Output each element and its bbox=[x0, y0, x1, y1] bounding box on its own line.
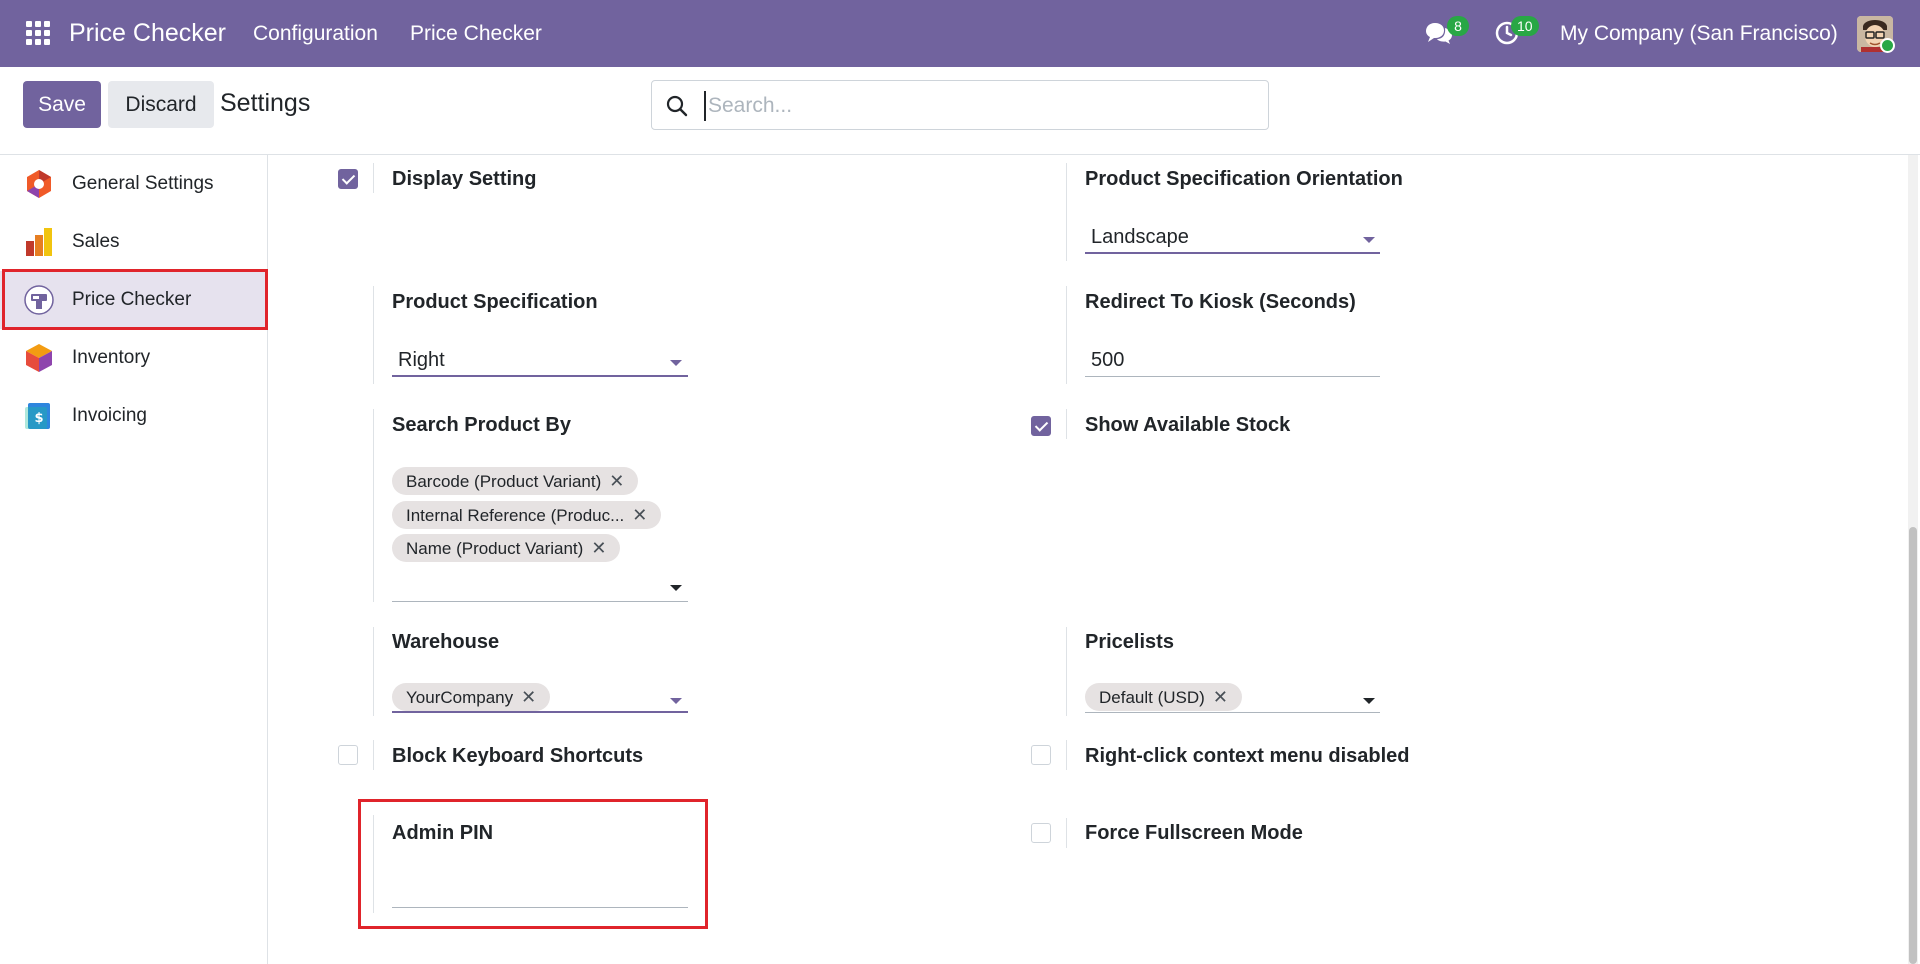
remove-tag-icon[interactable]: ✕ bbox=[609, 467, 624, 495]
right-click-disabled-checkbox[interactable] bbox=[1031, 745, 1051, 765]
remove-tag-icon[interactable]: ✕ bbox=[521, 683, 536, 711]
chevron-down-icon bbox=[1363, 237, 1375, 243]
show-available-stock-checkbox[interactable] bbox=[1031, 416, 1051, 436]
menu-configuration[interactable]: Configuration bbox=[253, 22, 378, 46]
product-spec-orientation-select[interactable]: Landscape bbox=[1085, 222, 1380, 254]
search-input[interactable] bbox=[704, 91, 1244, 121]
tag-pricelist: Default (USD) ✕ bbox=[1085, 683, 1242, 711]
block-keyboard-shortcuts-checkbox[interactable] bbox=[338, 745, 358, 765]
apps-menu-icon[interactable] bbox=[26, 21, 50, 45]
company-switcher[interactable]: My Company (San Francisco) bbox=[1560, 22, 1838, 46]
admin-pin-highlight-frame bbox=[358, 799, 708, 929]
page-title: Settings bbox=[220, 89, 311, 117]
chat-badge: 8 bbox=[1447, 16, 1469, 36]
search-product-by-select[interactable] bbox=[392, 570, 688, 602]
control-panel: Save Discard Settings bbox=[0, 67, 1920, 155]
save-button[interactable]: Save bbox=[23, 81, 101, 128]
tag-barcode: Barcode (Product Variant) ✕ bbox=[392, 467, 639, 495]
product-spec-orientation-label: Product Specification Orientation bbox=[1085, 168, 1403, 190]
sidebar-item-general-settings[interactable]: General Settings bbox=[0, 155, 268, 213]
show-available-stock-label: Show Available Stock bbox=[1085, 414, 1291, 436]
search-icon bbox=[666, 95, 688, 117]
chevron-down-icon bbox=[670, 698, 682, 704]
search-box[interactable] bbox=[651, 80, 1269, 130]
top-navbar: Price Checker Configuration Price Checke… bbox=[0, 0, 1920, 67]
sidebar-item-invoicing[interactable]: $ Invoicing bbox=[0, 387, 268, 445]
discard-button[interactable]: Discard bbox=[108, 81, 214, 128]
remove-tag-icon[interactable]: ✕ bbox=[1213, 683, 1228, 711]
chevron-down-icon bbox=[670, 360, 682, 366]
invoicing-icon: $ bbox=[24, 401, 54, 431]
right-click-disabled-label: Right-click context menu disabled bbox=[1085, 745, 1410, 767]
remove-tag-icon[interactable]: ✕ bbox=[632, 501, 647, 529]
tag-warehouse: YourCompany ✕ bbox=[392, 683, 551, 711]
inventory-icon bbox=[24, 343, 54, 373]
menu-price-checker[interactable]: Price Checker bbox=[410, 22, 542, 46]
sidebar-item-inventory[interactable]: Inventory bbox=[0, 329, 268, 387]
online-status-dot bbox=[1880, 38, 1895, 53]
app-brand[interactable]: Price Checker bbox=[69, 19, 226, 48]
chevron-down-icon bbox=[1363, 698, 1375, 704]
warehouse-label: Warehouse bbox=[392, 631, 500, 653]
general-settings-icon bbox=[24, 169, 54, 199]
activity-badge: 10 bbox=[1511, 16, 1539, 36]
sidebar-highlight-frame bbox=[2, 269, 268, 330]
tag-internal-reference: Internal Reference (Produc... ✕ bbox=[392, 501, 662, 529]
tag-name: Name (Product Variant) ✕ bbox=[392, 534, 621, 562]
product-specification-select[interactable]: Right bbox=[392, 345, 688, 377]
search-product-by-label: Search Product By bbox=[392, 414, 571, 436]
sidebar-item-label: Sales bbox=[72, 231, 120, 252]
sidebar-item-label: Invoicing bbox=[72, 405, 147, 426]
pricelists-label: Pricelists bbox=[1085, 631, 1174, 653]
force-fullscreen-label: Force Fullscreen Mode bbox=[1085, 822, 1303, 844]
block-keyboard-shortcuts-label: Block Keyboard Shortcuts bbox=[392, 745, 644, 767]
sidebar-item-label: Inventory bbox=[72, 347, 151, 368]
sidebar-item-sales[interactable]: Sales bbox=[0, 213, 268, 271]
redirect-to-kiosk-label: Redirect To Kiosk (Seconds) bbox=[1085, 291, 1356, 313]
svg-text:$: $ bbox=[34, 411, 43, 426]
display-setting-checkbox[interactable] bbox=[338, 169, 358, 189]
force-fullscreen-checkbox[interactable] bbox=[1031, 823, 1051, 843]
product-specification-label: Product Specification bbox=[392, 291, 598, 313]
chevron-down-icon bbox=[670, 585, 682, 591]
display-setting-label: Display Setting bbox=[392, 168, 537, 190]
sidebar-item-label: General Settings bbox=[72, 173, 214, 194]
redirect-to-kiosk-input[interactable]: 500 bbox=[1085, 345, 1380, 377]
scrollbar-thumb[interactable] bbox=[1909, 527, 1917, 964]
sales-icon bbox=[24, 227, 54, 257]
remove-tag-icon[interactable]: ✕ bbox=[591, 534, 606, 562]
